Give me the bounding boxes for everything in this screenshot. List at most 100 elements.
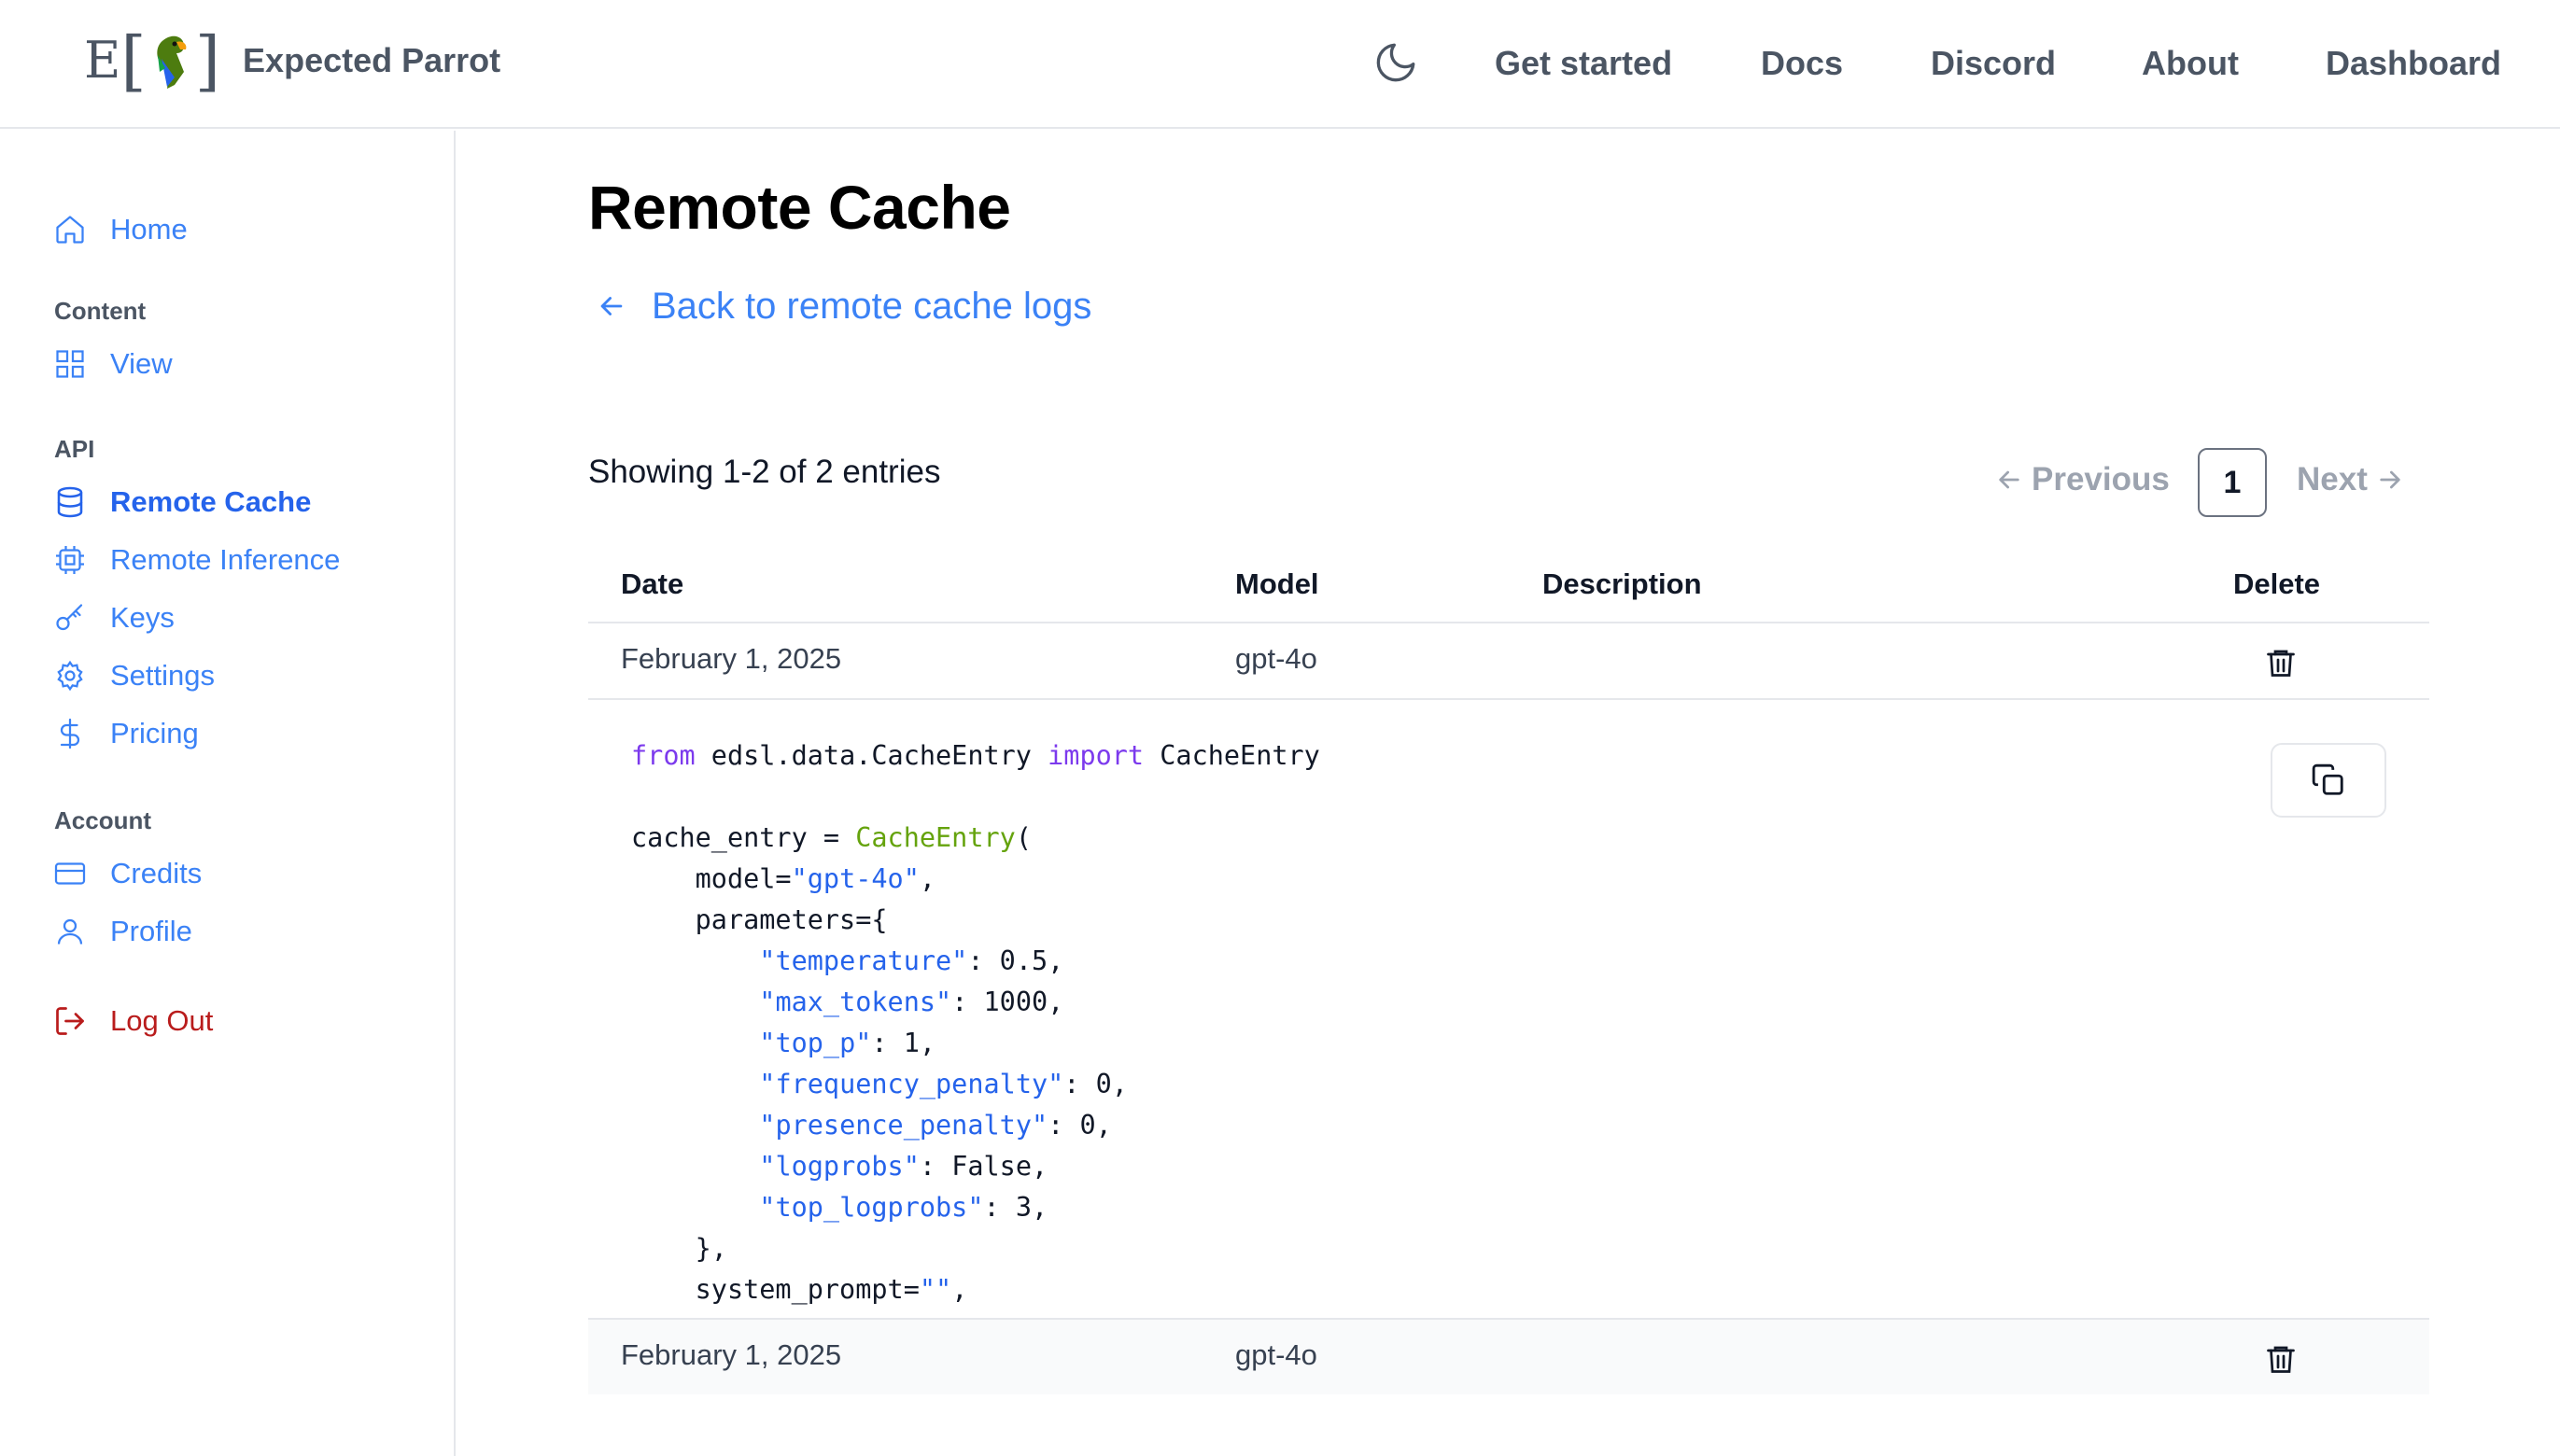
code-token: : 0, (1048, 1110, 1112, 1141)
code-token: "top_p" (759, 1028, 872, 1058)
sidebar-item-view[interactable]: View (52, 342, 173, 386)
row-date: February 1, 2025 (621, 1338, 842, 1371)
code-token: import (1048, 740, 1145, 771)
gear-icon (52, 658, 88, 693)
logout-button[interactable]: Log Out (52, 999, 213, 1043)
code-token: "temperature" (759, 945, 968, 976)
code-token: : False, (919, 1151, 1048, 1182)
top-header: E [ ] Expected Parrot Get started Docs D… (0, 0, 2560, 129)
code-token: : 3, (983, 1192, 1048, 1223)
nav-docs[interactable]: Docs (1761, 41, 1843, 86)
cache-entry-code-block: from edsl.data.CacheEntry import CacheEn… (631, 735, 1320, 1310)
row-date: February 1, 2025 (621, 642, 842, 675)
column-header-date: Date (621, 567, 684, 600)
trash-icon[interactable] (2264, 646, 2298, 679)
sidebar: Home Content View API Remote Cache Remot… (0, 131, 456, 1456)
copy-icon (2312, 763, 2343, 795)
current-page-button[interactable]: 1 (2198, 448, 2267, 517)
sidebar-item-profile[interactable]: Profile (52, 909, 192, 954)
previous-label: Previous (2032, 461, 2170, 497)
next-page-button[interactable]: Next (2297, 461, 2405, 498)
code-token: system_prompt= (631, 1274, 920, 1305)
code-token: : 1000, (951, 987, 1064, 1017)
nav-about[interactable]: About (2142, 41, 2239, 86)
column-header-description: Description (1542, 567, 1702, 600)
row-model: gpt-4o (1235, 1338, 1317, 1371)
code-token: edsl.data.CacheEntry (695, 740, 1048, 771)
code-token: "logprobs" (759, 1151, 920, 1182)
table-row[interactable]: February 1, 2025 gpt-4o (588, 623, 2429, 698)
page-title: Remote Cache (588, 173, 1011, 242)
nav-get-started[interactable]: Get started (1495, 41, 1672, 86)
code-token: "frequency_penalty" (759, 1069, 1064, 1099)
sidebar-heading-account: Account (54, 806, 151, 834)
credit-card-icon (52, 856, 88, 891)
trash-icon[interactable] (2264, 1342, 2298, 1376)
sidebar-item-pricing[interactable]: Pricing (52, 711, 199, 756)
code-token: }, (631, 1233, 727, 1264)
nav-discord[interactable]: Discord (1931, 41, 2056, 86)
copy-code-button[interactable] (2271, 743, 2386, 818)
code-token: , (951, 1274, 968, 1305)
code-token: ( (1015, 822, 1032, 853)
dollar-icon (52, 716, 88, 751)
sidebar-heading-api: API (54, 435, 95, 463)
code-token: CacheEntry (1144, 740, 1320, 771)
cpu-icon (52, 542, 88, 578)
logo-bracket-right: ] (194, 22, 221, 99)
sidebar-item-remote-inference[interactable]: Remote Inference (52, 538, 340, 582)
code-token: parameters={ (631, 904, 888, 935)
brand-logo[interactable]: E [ ] Expected Parrot (84, 28, 500, 93)
nav-dashboard[interactable]: Dashboard (2326, 41, 2501, 86)
sidebar-item-credits[interactable]: Credits (52, 851, 202, 896)
arrow-left-icon (1999, 470, 2019, 489)
code-token: from (631, 740, 696, 771)
column-header-model: Model (1235, 567, 1319, 600)
sidebar-item-label: Remote Inference (110, 543, 341, 576)
sidebar-item-label: View (110, 347, 173, 380)
sidebar-item-keys[interactable]: Keys (52, 595, 175, 640)
sidebar-item-home[interactable]: Home (52, 207, 188, 252)
back-link-label: Back to remote cache logs (652, 285, 1092, 327)
sidebar-item-label: Home (110, 213, 188, 245)
moon-icon[interactable] (1372, 39, 1419, 86)
logo-letter: E (84, 31, 121, 90)
logout-label: Log Out (110, 1004, 214, 1037)
code-token: : 0.5, (967, 945, 1064, 976)
code-token: , (919, 863, 936, 894)
code-token: cache_entry = (631, 822, 856, 853)
previous-page-button[interactable]: Previous (1994, 461, 2170, 498)
arrow-right-icon (2380, 470, 2400, 489)
code-token: : 1, (871, 1028, 936, 1058)
sidebar-item-remote-cache[interactable]: Remote Cache (52, 480, 311, 525)
grid-icon (52, 346, 88, 382)
database-icon (52, 484, 88, 520)
sidebar-item-label: Pricing (110, 717, 199, 749)
column-header-delete: Delete (2233, 567, 2321, 600)
code-token: "max_tokens" (759, 987, 952, 1017)
sidebar-item-label: Remote Cache (110, 485, 312, 518)
code-token: "gpt-4o" (791, 863, 920, 894)
code-token: : 0, (1063, 1069, 1128, 1099)
sidebar-item-settings[interactable]: Settings (52, 653, 215, 698)
arrow-left-icon (600, 297, 623, 315)
sidebar-item-label: Profile (110, 915, 192, 947)
code-token: "presence_penalty" (759, 1110, 1048, 1141)
code-token: "top_logprobs" (759, 1192, 984, 1223)
user-icon (52, 914, 88, 949)
brand-name: Expected Parrot (243, 41, 501, 79)
entries-summary: Showing 1-2 of 2 entries (588, 454, 941, 490)
logout-icon (52, 1003, 88, 1039)
code-token: CacheEntry (855, 822, 1016, 853)
row-model: gpt-4o (1235, 642, 1317, 675)
sidebar-item-label: Keys (110, 601, 175, 634)
sidebar-item-label: Credits (110, 857, 203, 889)
code-token: model= (631, 863, 792, 894)
row-divider (588, 698, 2429, 700)
next-label: Next (2297, 461, 2368, 497)
sidebar-item-label: Settings (110, 659, 216, 692)
back-to-logs-link[interactable]: Back to remote cache logs (596, 280, 1091, 332)
parrot-logo-mark: E [ ] (84, 28, 220, 93)
home-icon (52, 212, 88, 247)
table-row[interactable]: February 1, 2025 gpt-4o (588, 1320, 2429, 1394)
